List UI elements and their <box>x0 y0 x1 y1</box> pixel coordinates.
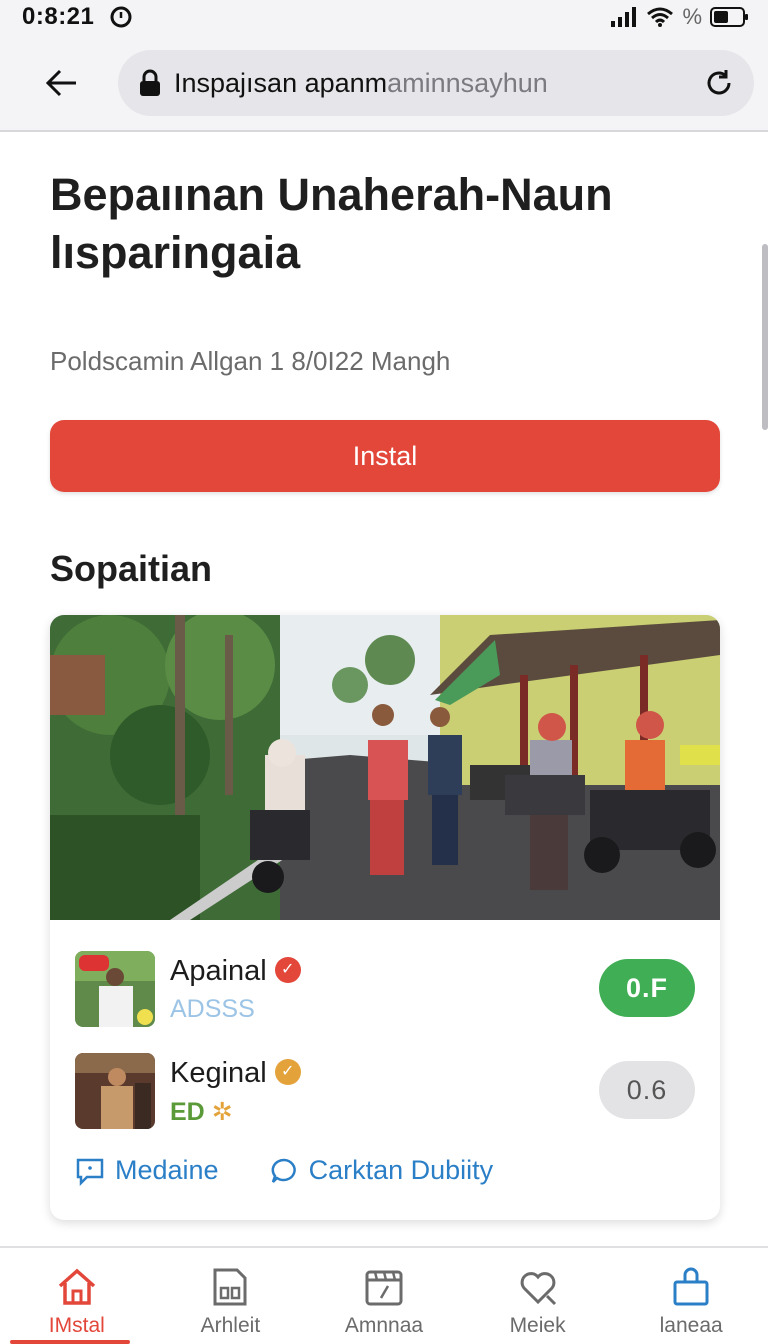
status-bar: 0:8:21 % <box>0 0 768 34</box>
calendar-icon <box>365 1270 403 1306</box>
nav-item-bag[interactable]: laneaa <box>614 1248 768 1344</box>
url-text: Inspajısan apanmaminnsayhun <box>174 68 548 99</box>
nav-label: Amnnaa <box>344 1314 424 1337</box>
chat-bubble-icon <box>271 1158 296 1183</box>
sparkle-icon: ✲ <box>211 1098 233 1126</box>
cellular-signal-icon <box>611 7 637 27</box>
nav-label: Meiek <box>509 1314 566 1337</box>
item-subtitle: ADSSS <box>170 995 255 1023</box>
page-meta: Poldscamin Allgan 1 8/0I22 Mangh <box>50 346 451 376</box>
active-indicator <box>10 1340 130 1344</box>
comment-link[interactable]: Carktan Dubiity <box>269 1155 494 1186</box>
item-name: Apainal ✓ <box>170 955 301 988</box>
action-label: Medaine <box>115 1155 219 1185</box>
section-heading: Sopaitian <box>50 548 213 589</box>
alarm-icon <box>110 6 132 28</box>
score-button[interactable]: 0.6 <box>599 1061 695 1119</box>
item-name-text: Apainal <box>170 955 267 987</box>
item-name: Keginal ✓ <box>170 1057 301 1090</box>
list-item[interactable]: Apainal ✓ ADSSS 0.F <box>75 951 695 1029</box>
reload-button[interactable] <box>698 62 740 104</box>
battery-icon <box>710 7 748 27</box>
item-name-text: Keginal <box>170 1057 267 1089</box>
arrow-left-icon <box>45 69 76 97</box>
nav-item-home[interactable]: IMstal <box>0 1248 154 1344</box>
scrollbar[interactable] <box>762 244 768 430</box>
avatar <box>75 951 155 1027</box>
score-button[interactable]: 0.F <box>599 959 695 1017</box>
status-time: 0:8:21 <box>22 3 95 30</box>
bag-icon <box>673 1267 709 1306</box>
heart-icon <box>520 1272 556 1306</box>
document-icon <box>213 1268 247 1306</box>
chat-square-icon <box>76 1158 104 1186</box>
battery-percent: % <box>682 4 702 29</box>
reload-icon <box>707 70 731 95</box>
verified-badge-icon: ✓ <box>274 1059 301 1086</box>
back-button[interactable] <box>38 62 84 104</box>
bottom-navigation: IMstal Arhleit Amnnaa Meiek laneaa <box>0 1246 768 1344</box>
nav-item-favorites[interactable]: Meiek <box>461 1248 615 1344</box>
wifi-icon <box>647 7 674 27</box>
medaine-link[interactable]: Medaine <box>75 1155 219 1186</box>
url-main: Inspajısan apanm <box>174 67 388 98</box>
avatar <box>75 1053 155 1129</box>
lock-icon <box>140 69 160 96</box>
nav-label: Arhleit <box>200 1314 261 1337</box>
item-subtitle: ED ✲ <box>170 1097 233 1127</box>
nav-item-calendar[interactable]: Amnnaa <box>307 1248 461 1344</box>
status-indicators: % <box>610 4 750 30</box>
nav-label: laneaa <box>659 1314 723 1337</box>
content-card: Apainal ✓ ADSSS 0.F Keginal ✓ ED ✲ 0.6 Med… <box>50 615 720 1220</box>
nav-label: IMstal <box>48 1314 105 1337</box>
card-actions: Medaine Carktan Dubiity <box>75 1155 543 1186</box>
install-button[interactable]: Instal <box>50 420 720 492</box>
verified-badge-icon: ✓ <box>274 957 301 984</box>
page-title: Bepaıınan Unaherah-Naun lısparingaia <box>50 169 613 278</box>
item-subtitle-text: ED <box>170 1098 205 1126</box>
street-scene-photo[interactable] <box>50 615 720 920</box>
nav-item-document[interactable]: Arhleit <box>154 1248 308 1344</box>
list-item[interactable]: Keginal ✓ ED ✲ 0.6 <box>75 1053 695 1131</box>
browser-toolbar: Inspajısan apanmaminnsayhun <box>0 34 768 132</box>
action-label: Carktan Dubiity <box>308 1155 494 1185</box>
url-dim: aminnsayhun <box>387 67 548 98</box>
address-bar[interactable]: Inspajısan apanmaminnsayhun <box>118 50 754 116</box>
home-icon <box>58 1268 95 1305</box>
